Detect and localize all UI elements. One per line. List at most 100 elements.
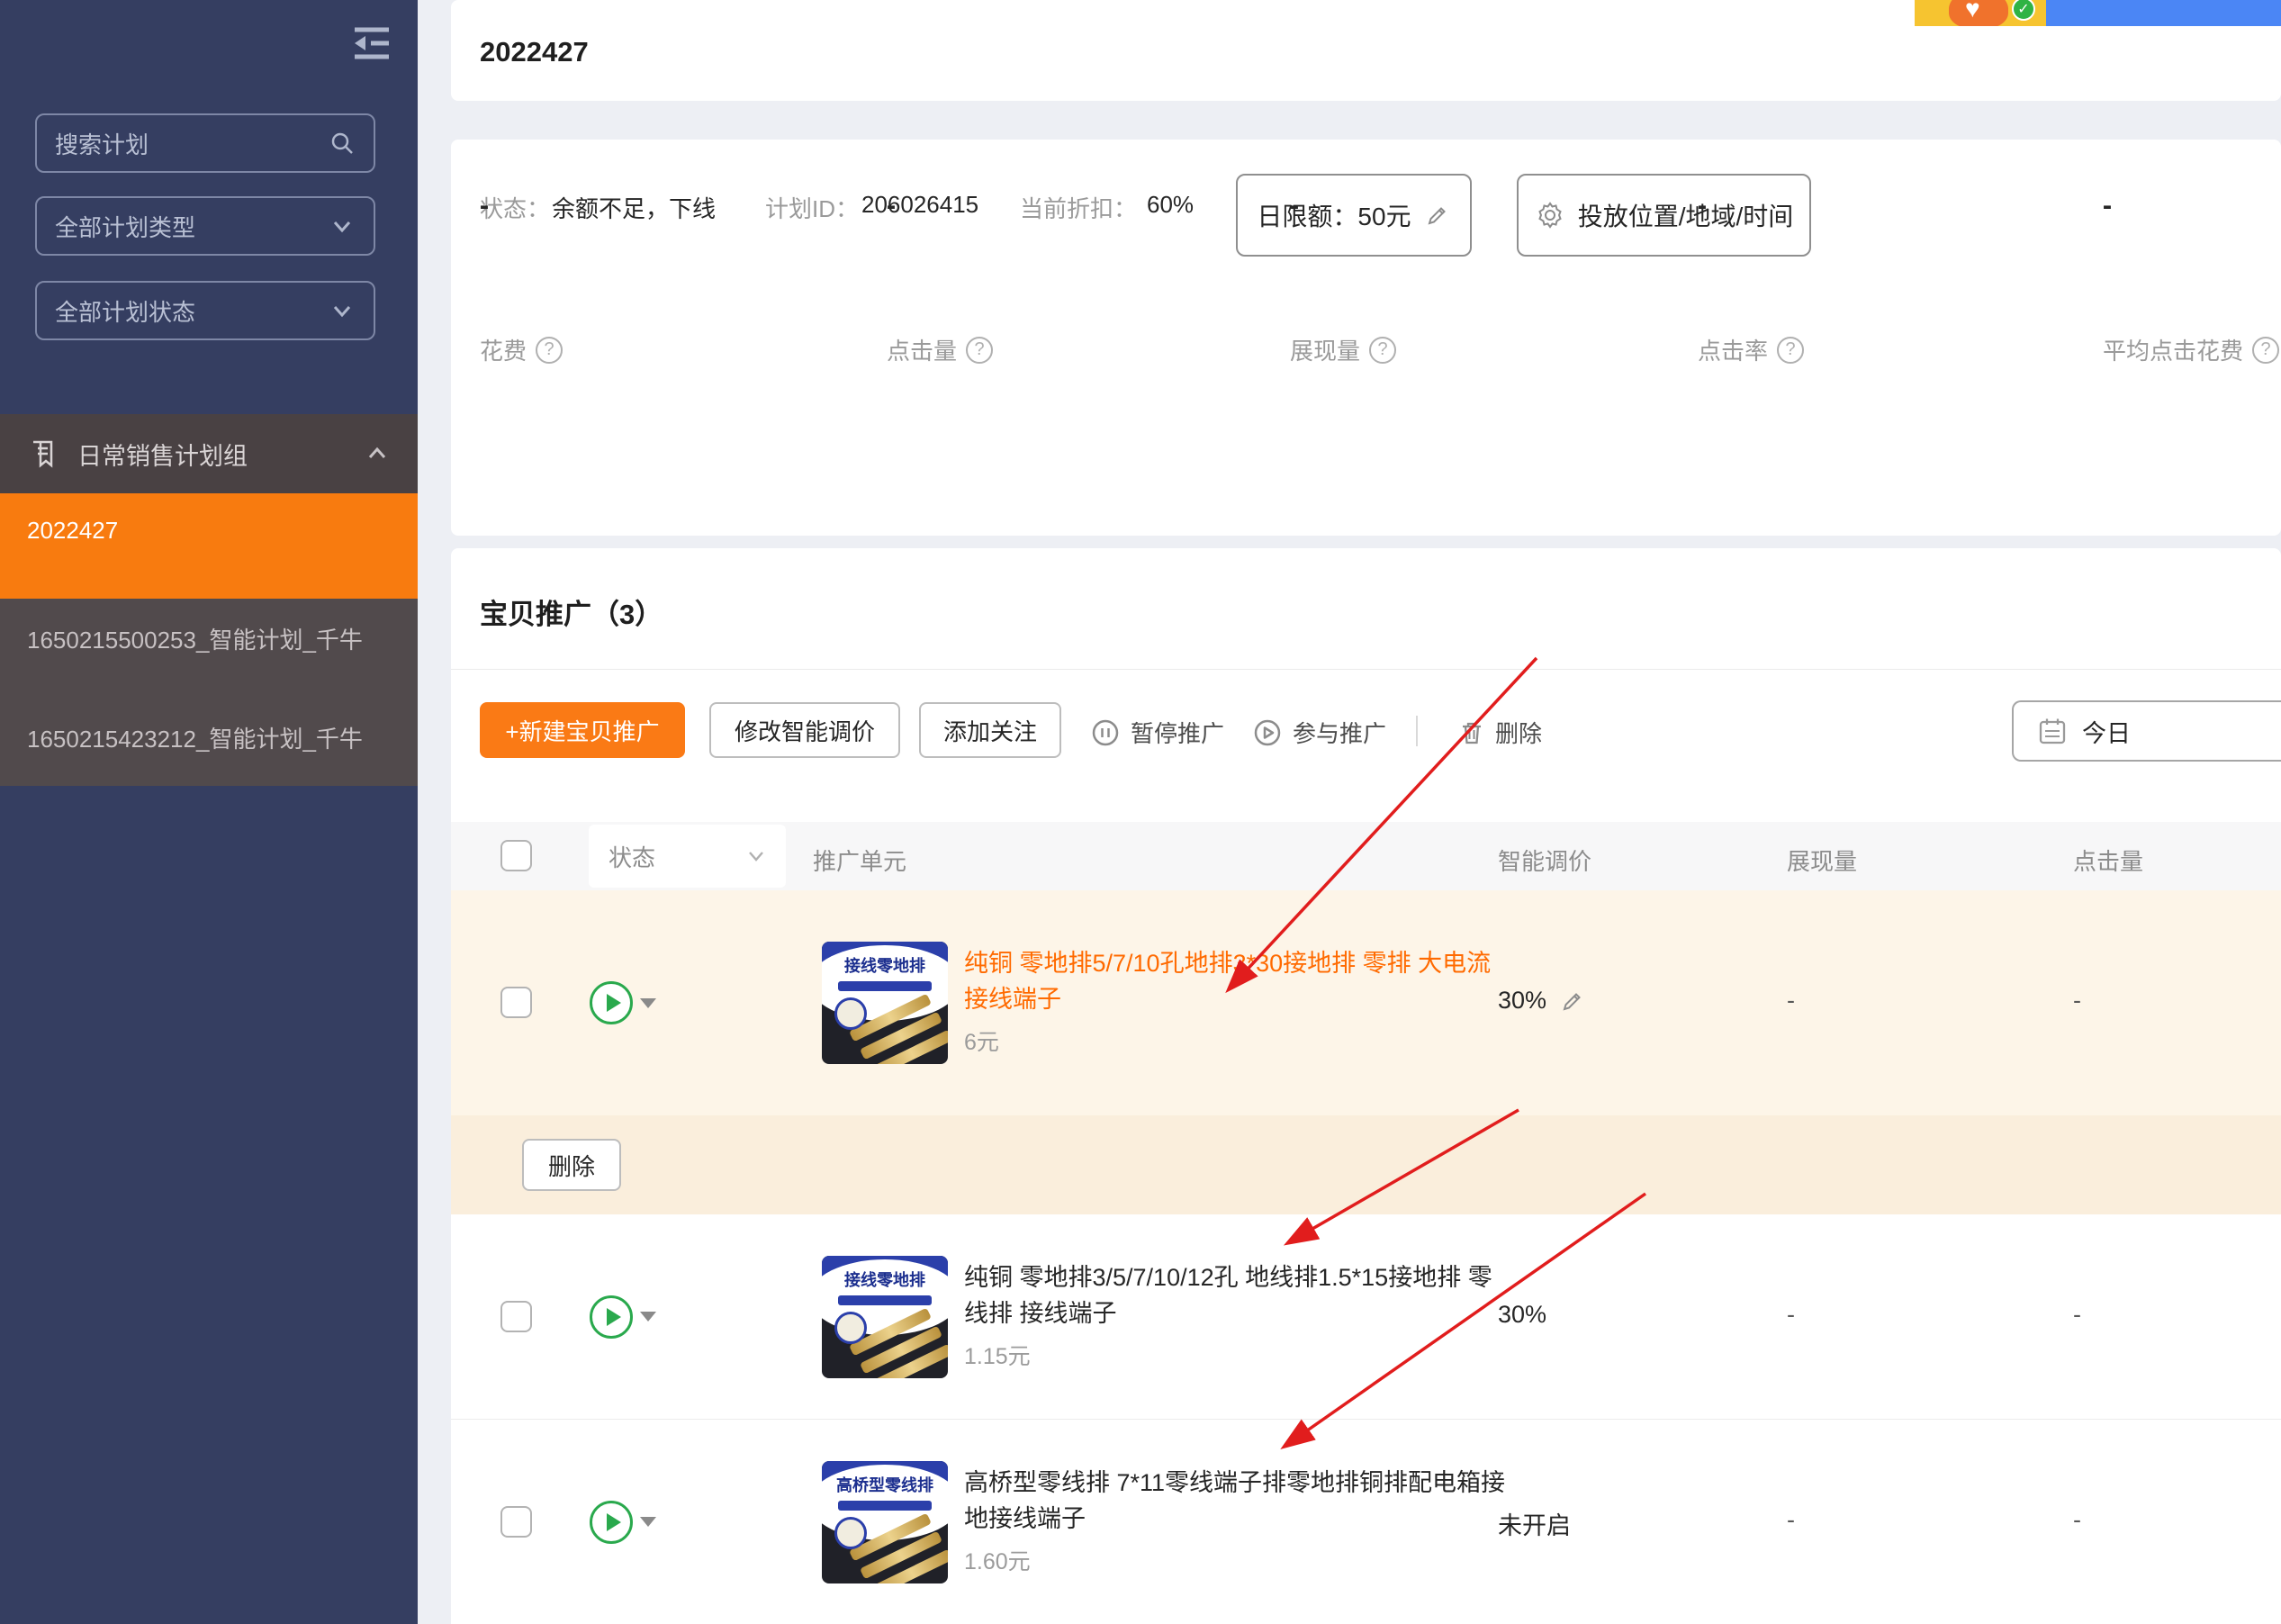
product-image-strip: [838, 981, 932, 991]
join-promotion-action[interactable]: 参与推广: [1253, 716, 1386, 749]
play-status-icon: [590, 981, 633, 1024]
row-delete-button[interactable]: 删除: [522, 1139, 621, 1191]
chevron-down-icon: [329, 212, 356, 239]
pencil-icon[interactable]: [1559, 988, 1586, 1015]
sidebar-collapse-icon[interactable]: [351, 25, 392, 61]
stat-value: -: [2103, 191, 2112, 221]
col-header-clicks: 点击量: [2073, 844, 2143, 877]
daily-limit-label: 日限额：50元: [1257, 197, 1411, 233]
table-header: 状态 推广单元 智能调价 展现量 点击量: [451, 822, 2281, 890]
row-status-play-button[interactable]: [590, 981, 656, 1024]
plan-item-label: 1650215500253_智能计划_千牛: [27, 627, 363, 654]
plan-status-select-value: 全部计划状态: [55, 294, 329, 328]
row-checkbox[interactable]: [500, 1301, 532, 1332]
caret-down-icon: [640, 998, 656, 1008]
product-image-lens: [834, 997, 867, 1030]
pause-circle-icon: [1091, 718, 1120, 747]
delete-action[interactable]: 删除: [1459, 716, 1542, 749]
stat-value: -: [1698, 191, 1707, 221]
gear-icon: [1535, 200, 1565, 230]
stat-value: -: [480, 191, 489, 221]
new-promotion-button[interactable]: +新建宝贝推广: [480, 702, 685, 758]
discount-value: 60%: [1147, 191, 1194, 219]
product-title-link[interactable]: 纯铜 零地排3/5/7/10/12孔 地线排1.5*15接地排 零线排 接线端子: [964, 1259, 1513, 1331]
stat-col-cost: 花费 ?: [480, 333, 563, 366]
stat-col-avg-cost: 平均点击花费 ?: [2103, 333, 2279, 366]
sidebar-item-plan-1650215423212[interactable]: 1650215423212_智能计划_千牛: [0, 698, 418, 786]
trash-icon: [1459, 719, 1484, 746]
clicks-value: -: [2073, 1301, 2081, 1329]
add-follow-button[interactable]: 添加关注: [919, 702, 1061, 758]
item-promotion-card: 宝贝推广（3） +新建宝贝推广 修改智能调价 添加关注 暂停推广 参与推广 删除: [451, 548, 2281, 1624]
select-all-checkbox[interactable]: [500, 840, 532, 871]
question-icon[interactable]: ?: [536, 337, 563, 364]
banner-sticker[interactable]: ♥ ✓: [1915, 0, 2046, 26]
date-range-label: 今日: [2082, 714, 2131, 749]
table-row: 接线零地排 纯铜 零地排3/5/7/10/12孔 地线排1.5*15接地排 零线…: [451, 1214, 2281, 1420]
stat-value: -: [1290, 191, 1299, 221]
pause-promotion-action[interactable]: 暂停推广: [1091, 716, 1224, 749]
search-input[interactable]: 搜索计划: [35, 113, 375, 173]
product-title-link[interactable]: 纯铜 零地排5/7/10孔地排3*30接地排 零排 大电流 接线端子: [964, 945, 1513, 1017]
col-header-unit: 推广单元: [813, 844, 906, 877]
play-status-icon: [590, 1295, 633, 1339]
stat-col-impressions: 展现量 ?: [1290, 333, 1396, 366]
question-icon[interactable]: ?: [966, 337, 993, 364]
product-image[interactable]: 接线零地排: [822, 1256, 948, 1378]
table-row: 高桥型零线排 高桥型零线排 7*11零线端子排零地排铜排配电箱接地接线端子 1.…: [451, 1420, 2281, 1624]
smart-bid-value: 30%: [1498, 987, 1546, 1015]
table-row: 接线零地排 纯铜 零地排5/7/10孔地排3*30接地排 零排 大电流 接线端子…: [451, 890, 2281, 1115]
row-status-play-button[interactable]: [590, 1295, 656, 1339]
row-status-play-button[interactable]: [590, 1501, 656, 1544]
smart-bid-value: 30%: [1498, 1301, 1546, 1329]
product-price: 1.15元: [964, 1339, 1513, 1371]
browser-banner-fragment: ♥ ✓: [1915, 0, 2281, 26]
product-image-lens: [834, 1517, 867, 1549]
calendar-icon: [2037, 716, 2068, 746]
plan-item-label: 1650215423212_智能计划_千牛: [27, 726, 363, 753]
sidebar-item-plan-2022427[interactable]: 2022427: [0, 493, 418, 599]
smart-bid-value: 未开启: [1498, 1506, 1571, 1541]
product-title-link[interactable]: 高桥型零线排 7*11零线端子排零地排铜排配电箱接地接线端子: [964, 1465, 1513, 1537]
status-filter-label: 状态: [609, 840, 746, 873]
product-image[interactable]: 接线零地排: [822, 942, 948, 1064]
row-checkbox[interactable]: [500, 1506, 532, 1538]
check-badge-icon: ✓: [2012, 0, 2035, 21]
stat-col-clicks: 点击量 ?: [887, 333, 993, 366]
plan-type-select[interactable]: 全部计划类型: [35, 196, 375, 256]
plan-type-select-value: 全部计划类型: [55, 210, 329, 243]
banner-blue-bar[interactable]: [2046, 0, 2281, 26]
search-icon: [329, 130, 356, 157]
sidebar-item-plan-1650215500253[interactable]: 1650215500253_智能计划_千牛: [0, 599, 418, 698]
chevron-down-icon: [329, 297, 356, 324]
question-icon[interactable]: ?: [1369, 337, 1396, 364]
search-placeholder: 搜索计划: [55, 127, 329, 160]
question-icon[interactable]: ?: [1777, 337, 1804, 364]
row-checkbox[interactable]: [500, 987, 532, 1018]
plan-item-label: 2022427: [27, 517, 118, 544]
play-circle-icon: [1253, 718, 1282, 747]
status-filter-dropdown[interactable]: 状态: [589, 825, 786, 888]
product-price: 1.60元: [964, 1544, 1513, 1576]
stat-value: -: [887, 191, 896, 221]
join-promotion-label: 参与推广: [1293, 716, 1386, 749]
row-action-band: 删除: [451, 1115, 2281, 1214]
product-image-lens: [834, 1312, 867, 1344]
notebook-icon: [27, 438, 58, 469]
targeting-button[interactable]: 投放位置/地域/时间: [1517, 174, 1811, 257]
col-header-impressions: 展现量: [1787, 844, 1857, 877]
plan-group-header[interactable]: 日常销售计划组: [0, 414, 418, 493]
plan-id-value: 206026415: [861, 191, 978, 219]
question-icon[interactable]: ?: [2252, 337, 2279, 364]
pencil-icon: [1424, 202, 1451, 229]
product-image[interactable]: 高桥型零线排: [822, 1461, 948, 1583]
modify-smart-bid-button[interactable]: 修改智能调价: [709, 702, 900, 758]
plan-status-select[interactable]: 全部计划状态: [35, 281, 375, 340]
daily-limit-button[interactable]: 日限额：50元: [1236, 174, 1472, 257]
heart-icon: ♥: [1965, 0, 1980, 23]
product-price: 6元: [964, 1024, 1513, 1057]
product-image-strip: [838, 1501, 932, 1511]
promo-section-title: 宝贝推广（3）: [480, 591, 663, 632]
date-range-button[interactable]: 今日: [2012, 700, 2281, 762]
impressions-value: -: [1787, 1301, 1795, 1329]
